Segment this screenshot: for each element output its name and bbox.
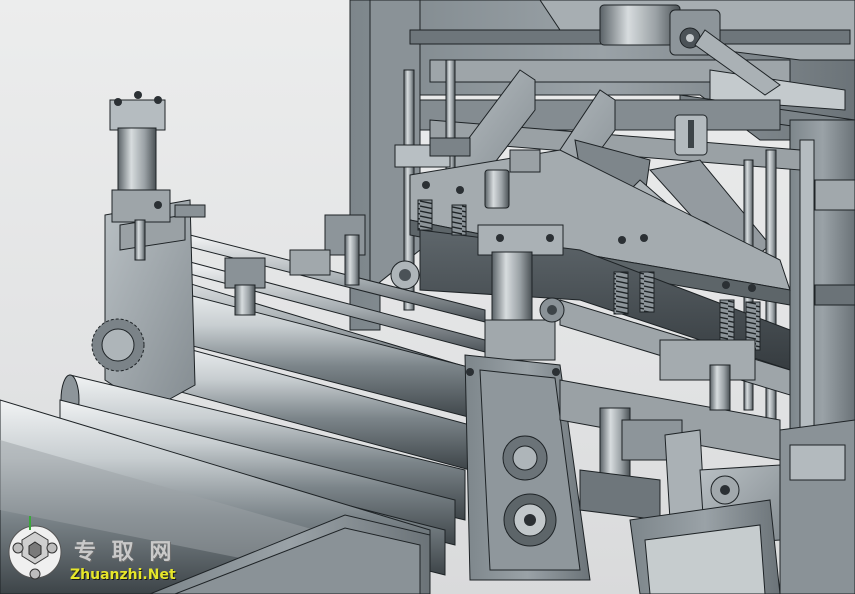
watermark-site-text: Zhuanzhi.Net <box>70 567 176 583</box>
watermark-chinese-text: 专 取 网 <box>74 540 176 565</box>
cad-render-viewport: 专 取 网 Zhuanzhi.Net <box>0 0 855 594</box>
machine-assembly-render <box>0 0 855 594</box>
